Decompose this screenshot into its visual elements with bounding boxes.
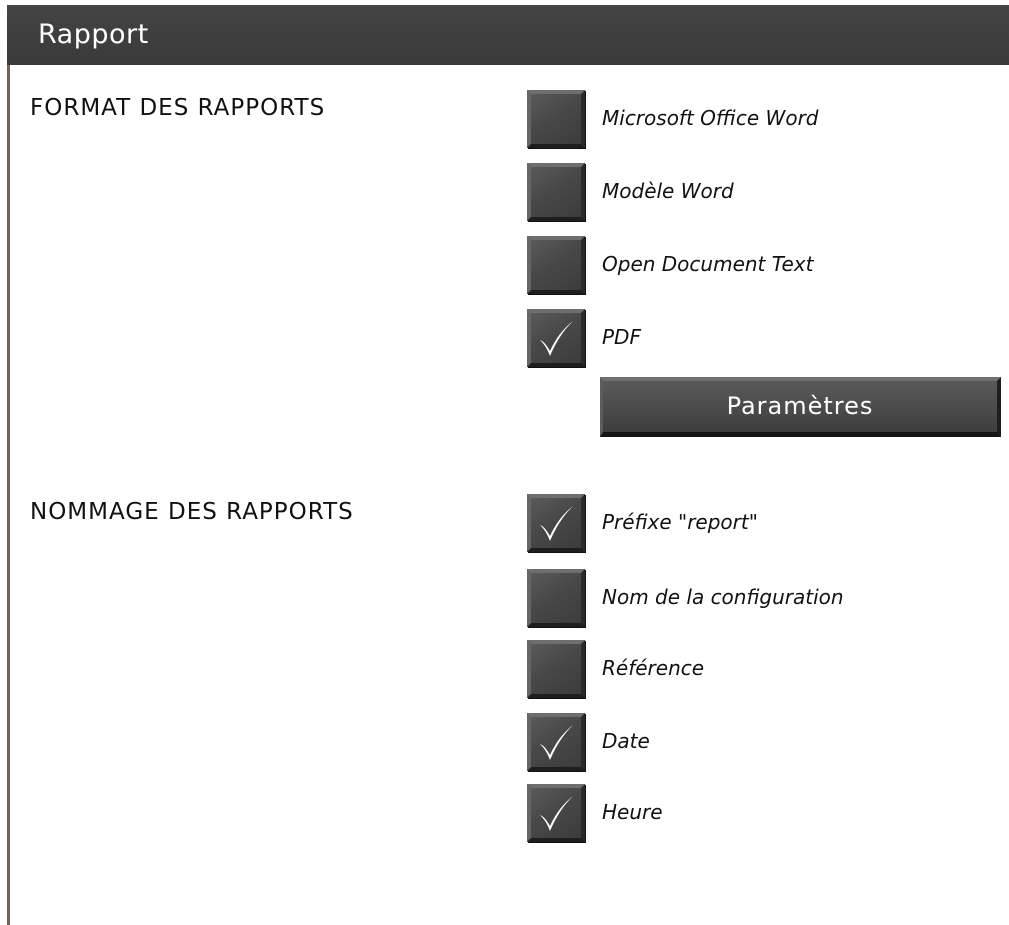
option-label-date: Date [602, 729, 650, 753]
panel-header: Rapport [7, 5, 1009, 65]
naming-option-reference[interactable]: Référence [527, 640, 997, 698]
naming-option-date[interactable]: Date [527, 713, 997, 771]
format-option-word[interactable]: Microsoft Office Word [527, 90, 997, 148]
panel-title: Rapport [38, 19, 149, 50]
checkbox-word[interactable] [527, 90, 585, 148]
option-label-word: Microsoft Office Word [602, 106, 819, 130]
option-label-odt: Open Document Text [602, 252, 814, 276]
option-label-prefix: Préfixe "report" [602, 510, 758, 534]
checkmark-icon [540, 796, 573, 831]
option-label-config-name: Nom de la configuration [602, 585, 844, 609]
checkbox-odt[interactable] [527, 236, 585, 294]
checkbox-reference[interactable] [527, 640, 585, 698]
checkmark-icon [540, 725, 573, 760]
naming-section-label: NOMMAGE DES RAPPORTS [30, 499, 354, 525]
option-label-pdf: PDF [602, 325, 641, 349]
format-option-pdf[interactable]: PDF [527, 309, 997, 367]
settings-button[interactable]: Paramètres [600, 377, 1001, 437]
option-label-word-template: Modèle Word [602, 179, 734, 203]
checkbox-time[interactable] [527, 784, 585, 842]
format-section-label: FORMAT DES RAPPORTS [30, 95, 326, 121]
checkmark-icon [540, 506, 573, 541]
format-option-word-template[interactable]: Modèle Word [527, 163, 997, 221]
naming-option-time[interactable]: Heure [527, 784, 997, 842]
option-label-time: Heure [602, 800, 663, 824]
option-label-reference: Référence [602, 656, 705, 680]
checkbox-config-name[interactable] [527, 569, 585, 627]
checkmark-icon [540, 321, 573, 356]
checkbox-pdf[interactable] [527, 309, 585, 367]
checkbox-date[interactable] [527, 713, 585, 771]
format-option-odt[interactable]: Open Document Text [527, 236, 997, 294]
checkbox-word-template[interactable] [527, 163, 585, 221]
checkbox-prefix[interactable] [527, 494, 585, 552]
report-settings-panel: Rapport FORMAT DES RAPPORTS Microsoft Of… [0, 0, 1009, 925]
naming-option-prefix[interactable]: Préfixe "report" [527, 494, 997, 552]
naming-option-config-name[interactable]: Nom de la configuration [527, 569, 997, 627]
left-border [7, 60, 10, 925]
